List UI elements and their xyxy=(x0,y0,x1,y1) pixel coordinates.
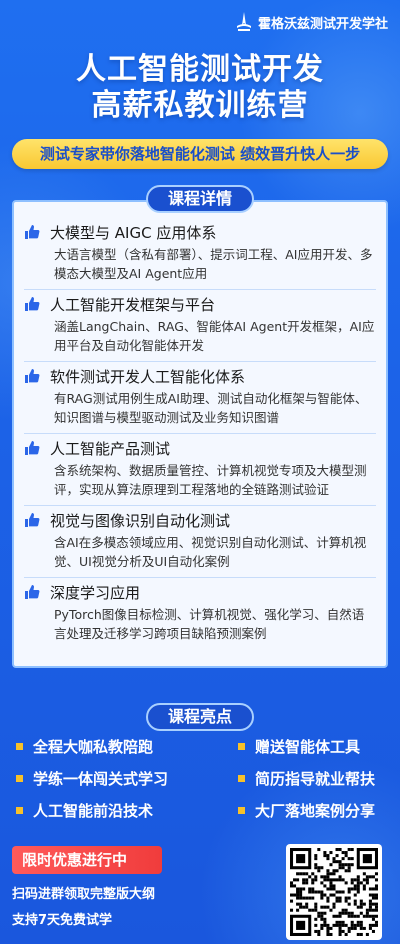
highlights-heading: 课程亮点 xyxy=(146,703,254,731)
thumbs-up-icon xyxy=(25,369,40,383)
thumbs-up-icon xyxy=(25,441,40,455)
highlight-text: 赠送智能体工具 xyxy=(255,737,361,756)
slogan-banner: 测试专家带你落地智能化测试 绩效晋升快人一步 xyxy=(12,139,388,169)
bullet-square-icon xyxy=(16,742,23,750)
course-item: 人工智能产品测试 含系统架构、数据质量管控、计算机视觉专项及大模型测评，实现从算… xyxy=(24,434,376,506)
course-title: 大模型与 AIGC 应用体系 xyxy=(50,223,217,242)
thumbs-up-icon xyxy=(25,513,40,527)
thumbs-up-icon xyxy=(25,225,40,239)
bullet-square-icon xyxy=(238,806,245,814)
course-desc: PyTorch图像目标检测、计算机视觉、强化学习、自然语言处理及迁移学习跨项目缺… xyxy=(54,607,365,641)
course-item: 大模型与 AIGC 应用体系 大语言模型（含私有部署）、提示词工程、AI应用开发… xyxy=(24,218,376,290)
brand: 霍格沃兹测试开发学社 xyxy=(234,10,388,34)
course-title: 视觉与图像识别自动化测试 xyxy=(50,511,231,530)
highlight-text: 学练一体闯关式学习 xyxy=(33,769,169,788)
bullet-square-icon xyxy=(238,774,245,782)
title-line-2: 高薪私教训练营 xyxy=(91,88,309,123)
qr-code-icon xyxy=(290,848,378,936)
course-desc: 大语言模型（含私有部署）、提示词工程、AI应用开发、多模态大模型及AI Agen… xyxy=(54,247,373,281)
course-desc: 涵盖LangChain、RAG、智能体AI Agent开发框架，AI应用平台及自… xyxy=(54,319,375,353)
thumbs-up-icon xyxy=(25,585,40,599)
bullet-square-icon xyxy=(16,806,23,814)
course-details-card: 大模型与 AIGC 应用体系 大语言模型（含私有部署）、提示词工程、AI应用开发… xyxy=(12,200,388,668)
course-title: 人工智能开发框架与平台 xyxy=(50,295,216,314)
highlight-item: 简历指导就业帮扶 xyxy=(238,768,375,788)
brand-name: 霍格沃兹测试开发学社 xyxy=(257,16,388,32)
qr-code[interactable] xyxy=(286,844,382,940)
promo-badge: 限时优惠进行中 xyxy=(12,846,162,874)
highlight-item: 人工智能前沿技术 xyxy=(16,800,153,820)
course-item: 深度学习应用 PyTorch图像目标检测、计算机视觉、强化学习、自然语言处理及迁… xyxy=(24,578,376,649)
bullet-square-icon xyxy=(16,774,23,782)
course-desc: 含AI在多模态领域应用、视觉识别自动化测试、计算机视觉、UI视觉分析及UI自动化… xyxy=(54,535,367,569)
page-title: 人工智能测试开发 高薪私教训练营 xyxy=(0,52,400,124)
highlight-text: 人工智能前沿技术 xyxy=(33,801,154,820)
thumbs-up-icon xyxy=(25,297,40,311)
bullet-square-icon xyxy=(238,742,245,750)
course-desc: 含系统架构、数据质量管控、计算机视觉专项及大模型测评，实现从算法原理到工程落地的… xyxy=(54,463,367,497)
course-item: 软件测试开发人工智能化体系 有RAG测试用例生成AI助理、测试自动化框架与智能体… xyxy=(24,362,376,434)
title-line-1: 人工智能测试开发 xyxy=(76,52,324,87)
course-item: 人工智能开发框架与平台 涵盖LangChain、RAG、智能体AI Agent开… xyxy=(24,290,376,362)
course-title: 软件测试开发人工智能化体系 xyxy=(50,367,246,386)
highlight-text: 大厂落地案例分享 xyxy=(255,801,376,820)
highlight-item: 学练一体闯关式学习 xyxy=(16,768,168,788)
compass-logo-icon xyxy=(236,12,251,31)
highlight-text: 全程大咖私教陪跑 xyxy=(33,737,154,756)
promo-text-trial: 支持7天免费试学 xyxy=(12,913,113,928)
course-desc: 有RAG测试用例生成AI助理、测试自动化框架与智能体、知识图谱与模型驱动测试及业… xyxy=(54,391,368,425)
highlight-text: 简历指导就业帮扶 xyxy=(255,769,376,788)
course-title: 人工智能产品测试 xyxy=(50,439,171,458)
highlight-item: 大厂落地案例分享 xyxy=(238,800,375,820)
details-heading: 课程详情 xyxy=(146,185,254,213)
promo-text-outline: 扫码进群领取完整版大纲 xyxy=(12,887,156,902)
highlight-item: 赠送智能体工具 xyxy=(238,736,360,756)
course-item: 视觉与图像识别自动化测试 含AI在多模态领域应用、视觉识别自动化测试、计算机视觉… xyxy=(24,506,376,578)
highlight-item: 全程大咖私教陪跑 xyxy=(16,736,153,756)
course-title: 深度学习应用 xyxy=(50,583,141,602)
